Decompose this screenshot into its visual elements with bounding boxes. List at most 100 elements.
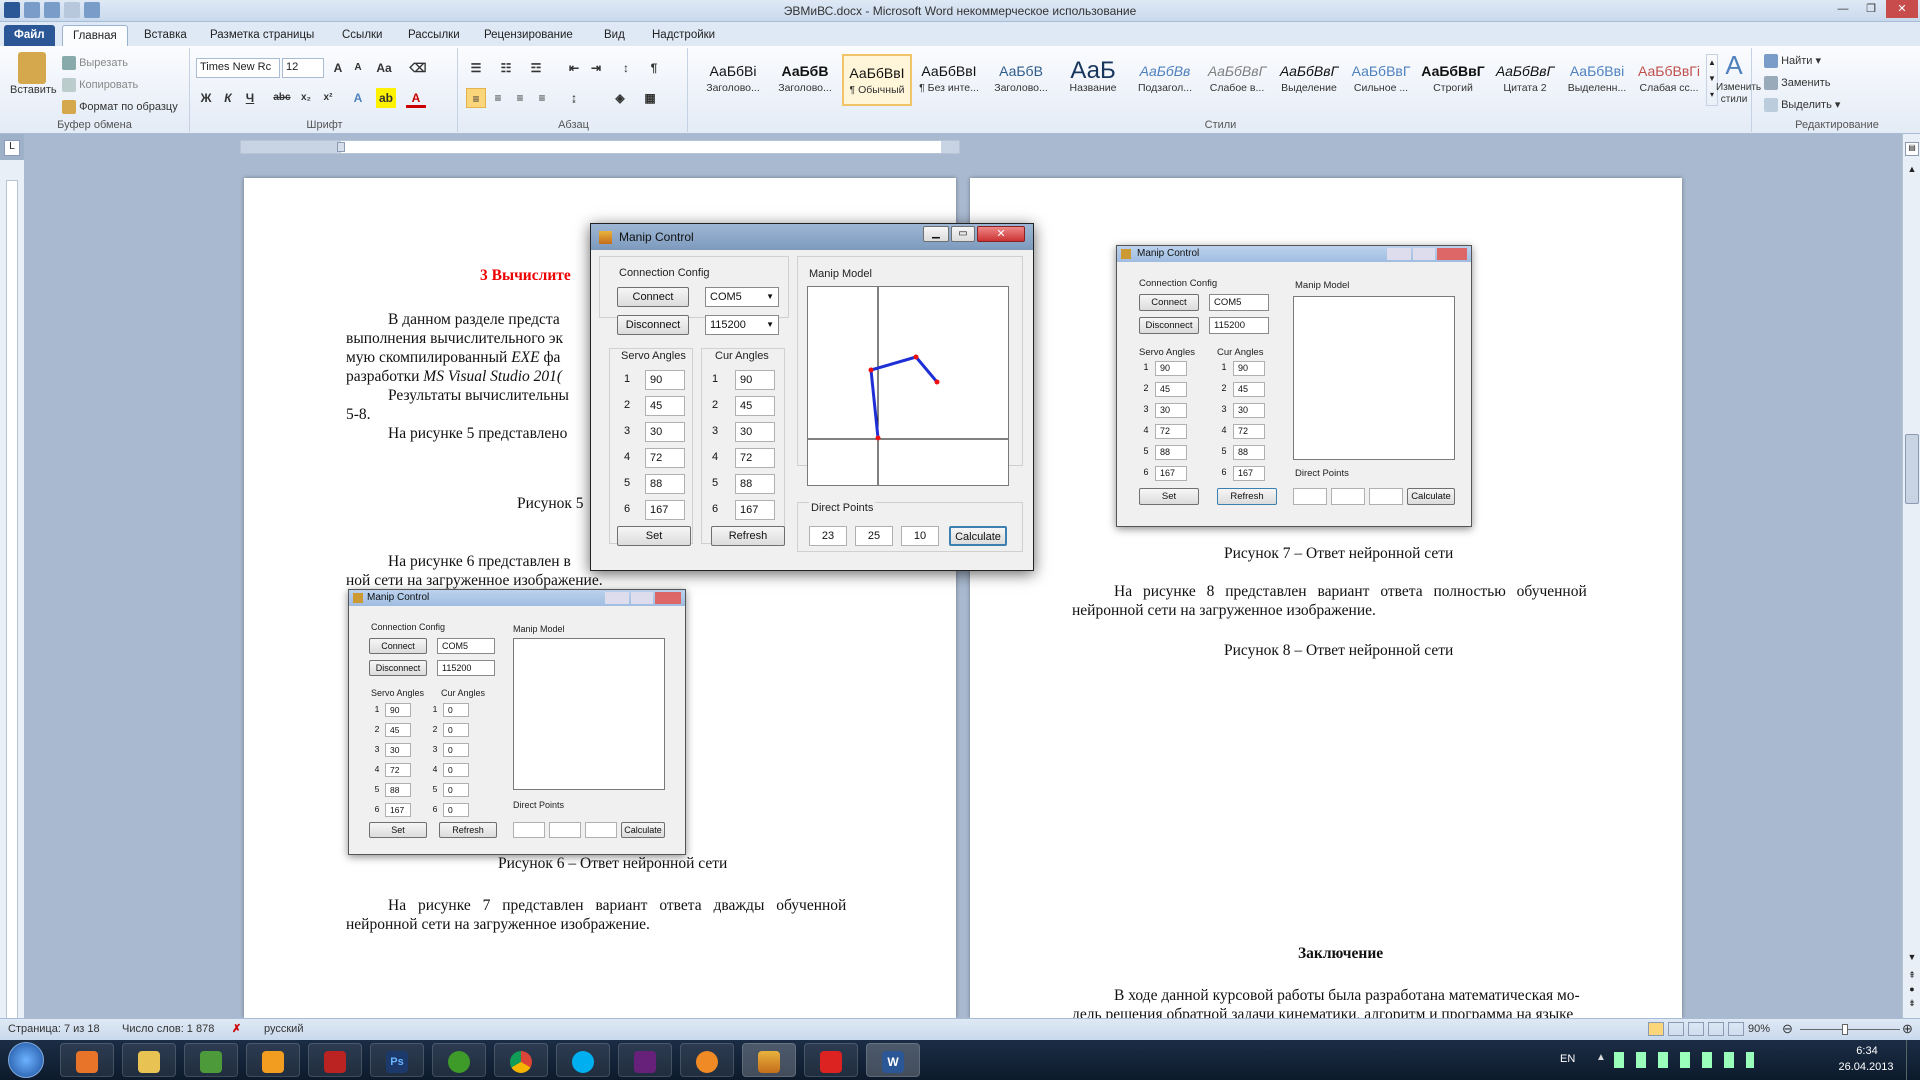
servo-angle-input[interactable]: 30 (645, 422, 685, 442)
style-item[interactable]: АаБбВвГ Выделение (1274, 54, 1344, 106)
sort-button[interactable]: ↕ (616, 58, 636, 78)
bullets-button[interactable]: ☰ (466, 58, 486, 78)
clear-format-button[interactable]: ⌫ (408, 58, 428, 78)
align-left-button[interactable]: ≡ (466, 88, 486, 108)
tab-selector[interactable]: L (4, 140, 20, 156)
borders-button[interactable]: ▦ (640, 88, 660, 108)
numbering-button[interactable]: ☷ (496, 58, 516, 78)
visual-studio-icon[interactable] (618, 1043, 672, 1077)
app-orange-icon[interactable] (246, 1043, 300, 1077)
horizontal-ruler[interactable] (240, 140, 960, 154)
clock-time[interactable]: 6:34 (1840, 1045, 1894, 1057)
tab-file[interactable]: Файл (4, 25, 55, 46)
zoom-out-button[interactable]: ⊖ (1782, 1021, 1793, 1037)
style-item[interactable]: АаБбВвГ Сильное ... (1346, 54, 1416, 106)
style-item[interactable]: АаБбВві Выделенн... (1562, 54, 1632, 106)
word-taskbar-icon[interactable]: W (866, 1043, 920, 1077)
highlight-button[interactable]: ab (376, 88, 396, 108)
cur-angle-field[interactable]: 88 (735, 474, 775, 494)
photoshop-icon[interactable]: Ps (370, 1043, 424, 1077)
superscript-button[interactable]: x² (318, 88, 338, 108)
cur-angle-field[interactable]: 90 (735, 370, 775, 390)
shading-button[interactable]: ◈ (610, 88, 630, 108)
manip-control-taskbar-icon[interactable] (742, 1043, 796, 1077)
reading-view-icon[interactable] (1668, 1022, 1684, 1036)
connect-button[interactable]: Connect (617, 287, 689, 307)
change-case-button[interactable]: Aa (374, 58, 394, 78)
baud-select[interactable]: 115200 ▼ (705, 315, 779, 335)
copy-button[interactable]: Копировать (62, 78, 138, 92)
font-color-button[interactable]: A (406, 88, 426, 108)
style-item[interactable]: АаБбВв Подзагол... (1130, 54, 1200, 106)
calculate-button[interactable]: Calculate (949, 526, 1007, 546)
language-indicator[interactable]: русский (264, 1023, 303, 1035)
style-item[interactable]: АаБбВвІ ¶ Без инте... (914, 54, 984, 106)
utorrent-icon[interactable] (432, 1043, 486, 1077)
font-size-select[interactable]: 12 (282, 58, 324, 78)
refresh-button[interactable]: Refresh (711, 526, 785, 546)
prev-page-button[interactable]: ⇞ (1905, 970, 1919, 984)
vertical-scrollbar[interactable]: ▤ ▲ ▼ ⇞ ● ⇟ (1902, 134, 1920, 1018)
servo-angle-input[interactable]: 88 (645, 474, 685, 494)
tray-icons[interactable] (1614, 1052, 1754, 1068)
style-item[interactable]: АаБ Название (1058, 54, 1128, 106)
subscript-button[interactable]: x₂ (296, 88, 316, 108)
point-y-input[interactable]: 25 (855, 526, 893, 546)
print-layout-view-icon[interactable] (1648, 1022, 1664, 1036)
style-item[interactable]: АаБбВ Заголово... (770, 54, 840, 106)
font-name-select[interactable]: Times New Rc (196, 58, 280, 78)
indent-marker[interactable] (337, 142, 345, 152)
grow-font-button[interactable]: A (328, 58, 348, 78)
cur-angle-field[interactable]: 167 (735, 500, 775, 520)
scroll-thumb[interactable] (1905, 434, 1919, 504)
style-item[interactable]: АаБбВі Заголово... (698, 54, 768, 106)
replace-button[interactable]: Заменить (1764, 76, 1831, 90)
firefox-icon[interactable] (60, 1043, 114, 1077)
zoom-slider[interactable] (1800, 1029, 1900, 1030)
increase-indent-button[interactable]: ⇥ (586, 58, 606, 78)
draft-view-icon[interactable] (1728, 1022, 1744, 1036)
explorer-icon[interactable] (122, 1043, 176, 1077)
disconnect-button[interactable]: Disconnect (617, 315, 689, 335)
show-desktop-button[interactable] (1906, 1040, 1920, 1080)
align-right-button[interactable]: ≡ (510, 88, 530, 108)
document-page-right[interactable]: Manip Control Connection Config Connect … (970, 178, 1682, 1018)
port-select[interactable]: COM5 ▼ (705, 287, 779, 307)
style-item[interactable]: АаБбВвІ ¶ Обычный (842, 54, 912, 106)
style-item[interactable]: АаБбВ Заголово... (986, 54, 1056, 106)
point-x-input[interactable]: 23 (809, 526, 847, 546)
text-effects-button[interactable]: A (348, 88, 368, 108)
cur-angle-field[interactable]: 30 (735, 422, 775, 442)
manip-control-window[interactable]: Manip Control ▁ ▭ ✕ Connection Config Co… (590, 223, 1034, 571)
skype-icon[interactable] (556, 1043, 610, 1077)
tab-review[interactable]: Рецензирование (474, 25, 583, 46)
servo-angle-input[interactable]: 167 (645, 500, 685, 520)
app-green-icon[interactable] (184, 1043, 238, 1077)
paste-button[interactable]: Вставить (10, 52, 57, 96)
tab-mailings[interactable]: Рассылки (398, 25, 470, 46)
style-item[interactable]: АаБбВвГ Строгий (1418, 54, 1488, 106)
maximize-button[interactable]: ❐ (1858, 0, 1884, 18)
app-i-icon[interactable] (680, 1043, 734, 1077)
style-item[interactable]: АаБбВвГі Слабая сс... (1634, 54, 1704, 106)
app-red-icon[interactable] (308, 1043, 362, 1077)
change-styles-button[interactable]: A Изменить стили (1716, 50, 1761, 106)
justify-button[interactable]: ≡ (532, 88, 552, 108)
ruler-toggle[interactable]: ▤ (1905, 142, 1919, 156)
chrome-icon[interactable] (494, 1043, 548, 1077)
zoom-in-button[interactable]: ⊕ (1902, 1021, 1913, 1037)
show-marks-button[interactable]: ¶ (644, 58, 664, 78)
cut-button[interactable]: Вырезать (62, 56, 128, 70)
word-count[interactable]: Число слов: 1 878 (122, 1023, 214, 1035)
tray-expand-icon[interactable]: ▲ (1596, 1052, 1606, 1063)
app-maximize-button[interactable]: ▭ (951, 226, 975, 242)
input-language[interactable]: EN (1560, 1053, 1575, 1065)
tab-insert[interactable]: Вставка (134, 25, 197, 46)
servo-angle-input[interactable]: 90 (645, 370, 685, 390)
italic-button[interactable]: К (218, 88, 238, 108)
bold-button[interactable]: Ж (196, 88, 216, 108)
zoom-level[interactable]: 90% (1748, 1023, 1770, 1035)
start-button[interactable] (8, 1042, 44, 1078)
format-painter-button[interactable]: Формат по образцу (62, 100, 178, 114)
servo-angle-input[interactable]: 72 (645, 448, 685, 468)
